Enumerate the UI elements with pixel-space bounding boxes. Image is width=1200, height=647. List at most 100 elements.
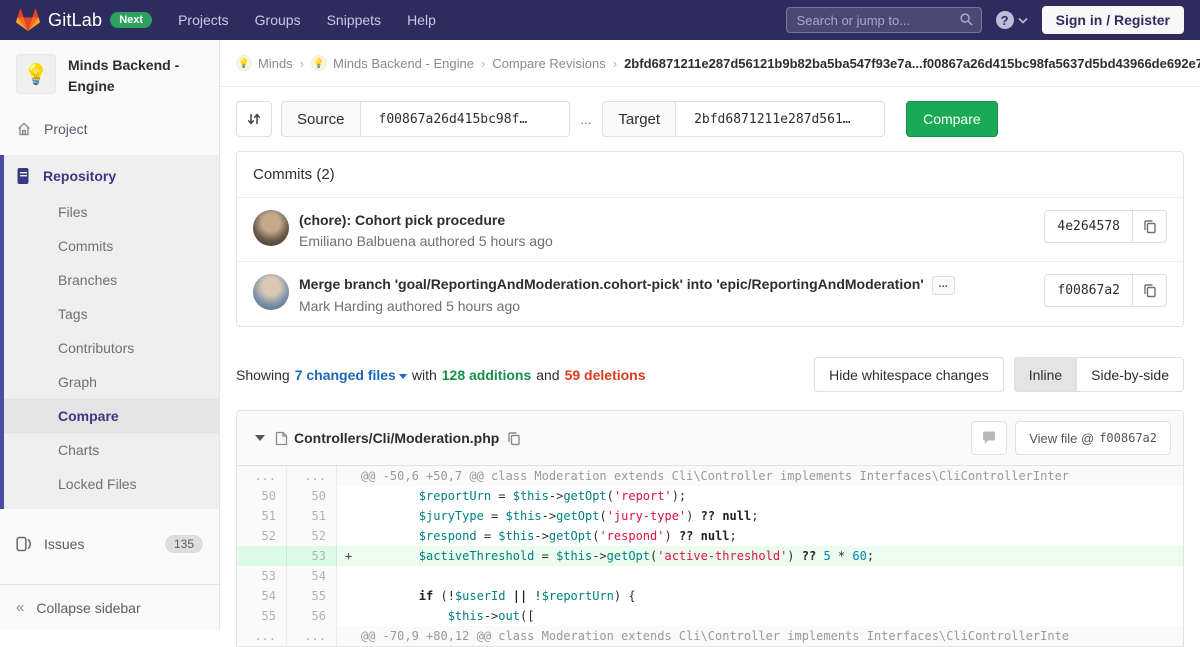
line-number[interactable]: 54 [237,586,287,606]
search-input[interactable] [786,7,982,33]
toggle-comments-button[interactable] [971,421,1007,455]
collapse-icon: « [16,599,24,616]
copy-sha-button[interactable] [1133,210,1167,243]
nav-groups[interactable]: Groups [255,12,301,28]
diff-line-row: 5455 if (!$userId || !$reportUrn) { [237,586,1183,606]
commit-title[interactable]: (chore): Cohort pick procedure [299,210,553,230]
repository-section: Repository Files Commits Branches Tags C… [0,155,219,509]
sidebar-item-graph[interactable]: Graph [4,365,219,399]
diff-add-sign: + [345,546,352,566]
code-line: $reportUrn = $this->getOpt('report'); [337,486,1183,506]
commit-sha-widget: 4e264578 [1044,210,1167,243]
main-content: 💡 Minds › 💡 Minds Backend - Engine › Com… [220,40,1200,647]
search-box [786,7,982,33]
source-input[interactable] [360,101,570,137]
showing-label: Showing [236,367,290,383]
line-number[interactable]: 51 [287,506,337,526]
line-number[interactable]: 52 [237,526,287,546]
line-number [237,546,287,566]
target-input[interactable] [675,101,885,137]
commit-sha: 4e264578 [1044,210,1133,243]
nav-help[interactable]: Help [407,12,436,28]
sidebar-item-commits[interactable]: Commits [4,229,219,263]
nav-projects[interactable]: Projects [178,12,229,28]
line-number[interactable]: 55 [287,586,337,606]
commit-author-avatar[interactable] [253,274,289,310]
sidebar-item-label: Issues [44,536,84,552]
document-icon [16,168,31,184]
help-dropdown[interactable]: ? [996,11,1028,29]
nav-snippets[interactable]: Snippets [327,12,381,28]
diff-hunk-row: ......@@ -50,6 +50,7 @@ class Moderation… [237,466,1183,486]
search-icon[interactable] [959,12,974,27]
breadcrumb-separator: › [613,56,617,71]
commit-row: Merge branch 'goal/ReportingAndModeratio… [237,261,1183,326]
copy-icon [1143,283,1157,298]
top-bar: GitLab Next Projects Groups Snippets Hel… [0,0,1200,40]
diff-hunk-row: ......@@ -70,9 +80,12 @@ class Moderatio… [237,626,1183,646]
sidebar-item-contributors[interactable]: Contributors [4,331,219,365]
project-avatar: 💡 [16,54,56,94]
sidebar-item-issues[interactable]: Issues 135 [0,523,219,565]
sidebar-item-tags[interactable]: Tags [4,297,219,331]
swap-icon [246,111,262,127]
sidebar-item-project[interactable]: Project [0,109,219,149]
breadcrumb-minds[interactable]: 💡 Minds [236,55,293,71]
tanuki-icon [16,8,40,32]
swap-revisions-button[interactable] [236,101,272,137]
code-line: @@ -70,9 +80,12 @@ class Moderation exte… [337,626,1183,646]
diff-file-name[interactable]: Controllers/Cli/Moderation.php [294,430,499,446]
commits-panel: Commits (2) (chore): Cohort pick procedu… [236,151,1184,327]
line-number[interactable]: 50 [287,486,337,506]
commit-author-avatar[interactable] [253,210,289,246]
line-number[interactable]: 51 [237,506,287,526]
commit-title[interactable]: Merge branch 'goal/ReportingAndModeratio… [299,274,955,295]
project-context-header[interactable]: 💡 Minds Backend - Engine [0,40,219,109]
collapse-sidebar-button[interactable]: « Collapse sidebar [0,584,219,630]
with-label: with [412,367,437,383]
diff-file-header: Controllers/Cli/Moderation.php View file… [237,411,1183,466]
compare-button[interactable]: Compare [906,101,998,137]
line-number[interactable]: 56 [287,606,337,626]
sidebar-item-charts[interactable]: Charts [4,433,219,467]
collapse-label: Collapse sidebar [36,600,140,616]
sidebar-item-branches[interactable]: Branches [4,263,219,297]
breadcrumb-compare-revisions[interactable]: Compare Revisions [492,56,605,71]
diff-view-toggle: Inline Side-by-side [1014,357,1184,392]
sidebar-item-compare[interactable]: Compare [4,399,219,433]
commit-meta: Mark Harding authored 5 hours ago [299,298,955,314]
changed-files-dropdown[interactable]: 7 changed files [295,367,407,383]
expand-commit-message-button[interactable]: ... [932,276,955,295]
gitlab-logo[interactable]: GitLab Next [16,8,152,32]
inline-view-button[interactable]: Inline [1014,357,1076,392]
copy-sha-button[interactable] [1133,274,1167,307]
collapse-file-caret[interactable] [255,435,265,441]
sidebar-item-label: Repository [43,168,116,184]
commit-sha: f00867a2 [1044,274,1133,307]
line-number[interactable]: 50 [237,486,287,506]
view-file-button[interactable]: View file @f00867a2 [1015,421,1171,455]
caret-down-icon [399,374,407,379]
copy-file-path-icon[interactable] [507,431,521,446]
commit-sha-widget: f00867a2 [1044,274,1167,307]
side-by-side-view-button[interactable]: Side-by-side [1076,357,1184,392]
sidebar-item-files[interactable]: Files [4,195,219,229]
sidebar-item-repository[interactable]: Repository [4,155,219,195]
line-number: ... [237,626,287,646]
code-line: $respond = $this->getOpt('respond') ?? n… [337,526,1183,546]
breadcrumb-project[interactable]: 💡 Minds Backend - Engine [311,55,474,71]
sidebar: 💡 Minds Backend - Engine Project Reposit… [0,40,220,630]
sidebar-item-locked-files[interactable]: Locked Files [4,467,219,501]
hide-whitespace-button[interactable]: Hide whitespace changes [814,357,1004,392]
line-number[interactable]: 53 [237,566,287,586]
top-nav: Projects Groups Snippets Help [178,12,436,28]
line-number[interactable]: 54 [287,566,337,586]
code-line: $this->out([ [337,606,1183,626]
code-line: $juryType = $this->getOpt('jury-type') ?… [337,506,1183,526]
line-number: ... [287,626,337,646]
breadcrumb-separator: › [300,56,304,71]
sign-in-button[interactable]: Sign in / Register [1042,6,1184,34]
line-number[interactable]: 53 [287,546,337,566]
line-number[interactable]: 55 [237,606,287,626]
line-number[interactable]: 52 [287,526,337,546]
